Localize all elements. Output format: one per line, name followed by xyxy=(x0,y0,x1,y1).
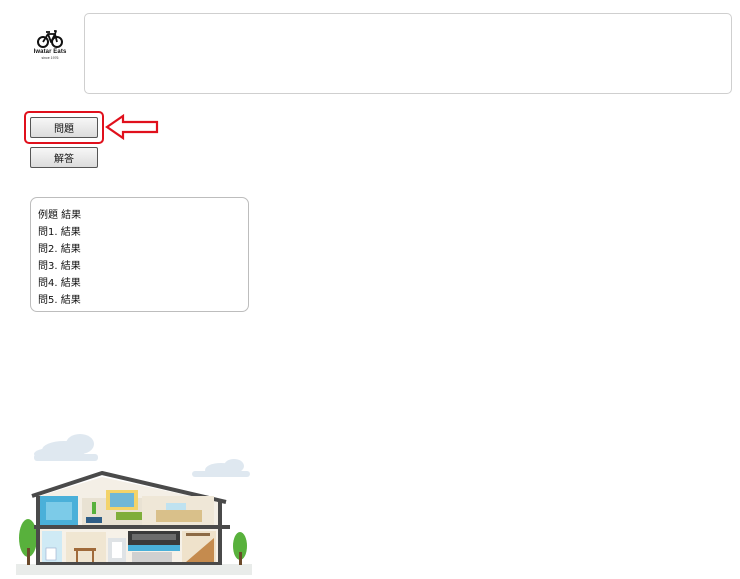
kaitou-button[interactable]: 解答 xyxy=(30,147,98,168)
left-arrow-icon xyxy=(105,113,159,141)
result-line-q5: 問5. 結果 xyxy=(38,295,81,306)
mondai-button[interactable]: 問題 xyxy=(30,117,98,138)
brand-logo: Iwatar Eats since 1976 xyxy=(30,30,70,66)
message-display-box xyxy=(84,13,732,94)
logo-brand-text: Iwatar Eats xyxy=(33,49,67,55)
result-line-q4: 問4. 結果 xyxy=(38,278,81,289)
results-panel: 例題 結果 問1. 結果 問2. 結果 問3. 結果 問4. 結果 問5. 結果 xyxy=(30,197,249,312)
result-line-q3: 問3. 結果 xyxy=(38,261,81,272)
house-illustration xyxy=(16,434,252,575)
logo-since-text: since 1976 xyxy=(41,56,59,60)
result-line-q1: 問1. 結果 xyxy=(38,227,81,238)
result-line-example: 例題 結果 xyxy=(38,210,82,221)
bicycle-icon xyxy=(37,30,63,48)
result-line-q2: 問2. 結果 xyxy=(38,244,81,255)
